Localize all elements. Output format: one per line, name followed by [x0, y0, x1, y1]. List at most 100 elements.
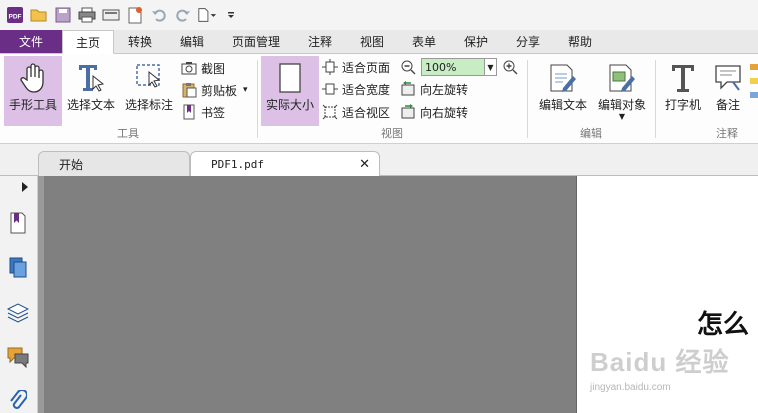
hand-icon [19, 60, 47, 96]
view-group-label: 视图 [381, 127, 403, 140]
ribbon-tab-bar: 文件 主页 转换 编辑 页面管理 注释 视图 表单 保护 分享 帮助 [0, 30, 758, 54]
screenshot-button[interactable]: 截图 [181, 58, 225, 78]
close-tab-icon[interactable]: ✕ [359, 157, 370, 172]
quick-access-toolbar: PDF [0, 0, 758, 30]
typewriter-icon [668, 60, 698, 96]
rotate-left-icon [400, 81, 416, 97]
save-icon[interactable] [53, 5, 73, 25]
fit-visible-button[interactable]: 适合视区 [322, 102, 390, 122]
print-icon[interactable] [77, 5, 97, 25]
fit-visible-label: 适合视区 [342, 105, 391, 120]
clipboard-label: 剪贴板 [201, 83, 238, 98]
new-document-icon[interactable] [125, 5, 145, 25]
tab-share[interactable]: 分享 [502, 30, 554, 53]
tab-edit[interactable]: 编辑 [166, 30, 218, 53]
bookmark-label: 书签 [201, 105, 226, 120]
tab-comment[interactable]: 注释 [294, 30, 346, 53]
tab-file[interactable]: 文件 [0, 30, 62, 53]
edit-object-label: 编辑对象 [597, 98, 646, 112]
select-annotation-icon [134, 60, 164, 96]
tab-protect[interactable]: 保护 [450, 30, 502, 53]
select-text-icon [76, 60, 106, 96]
open-folder-icon[interactable] [29, 5, 49, 25]
rotate-right-button[interactable]: 向右旋转 [400, 102, 468, 122]
more-comment-tools-icon[interactable] [750, 62, 758, 102]
zoom-level-select[interactable]: 100% ▼ [421, 58, 497, 76]
clipboard-chevron-down-icon[interactable]: ▾ [243, 85, 248, 95]
select-annotation-label: 选择标注 [124, 98, 173, 112]
bookmarks-panel-icon[interactable] [5, 210, 31, 236]
zoom-out-button[interactable] [400, 57, 416, 77]
tab-convert[interactable]: 转换 [114, 30, 166, 53]
rotate-right-icon [400, 104, 416, 120]
tab-help[interactable]: 帮助 [554, 30, 606, 53]
fit-page-button[interactable]: 适合页面 [322, 57, 390, 77]
tab-start[interactable]: 开始 [38, 151, 190, 176]
hand-tool-button[interactable]: 手形工具 [4, 56, 62, 126]
fit-visible-icon [322, 104, 338, 120]
tab-form[interactable]: 表单 [398, 30, 450, 53]
redo-icon[interactable] [173, 5, 193, 25]
scan-icon[interactable] [101, 5, 121, 25]
select-text-button[interactable]: 选择文本 [64, 56, 118, 126]
layers-panel-icon[interactable] [5, 300, 31, 326]
edit-text-icon [547, 60, 579, 96]
tools-group: 手形工具 选择文本 选择标注 截图 剪贴板 ▾ 书签 工具 [0, 54, 256, 144]
zoom-out-icon [400, 59, 416, 75]
fit-width-icon [322, 81, 338, 97]
actual-size-icon [277, 60, 303, 96]
zoom-level-value: 100% [425, 60, 457, 74]
rotate-left-label: 向左旋转 [420, 82, 469, 97]
note-icon [713, 60, 743, 96]
edit-object-icon [606, 60, 638, 96]
select-annotation-button[interactable]: 选择标注 [121, 56, 177, 126]
ribbon-panel: 手形工具 选择文本 选择标注 截图 剪贴板 ▾ 书签 工具 实际大小 适合页面 … [0, 54, 758, 144]
actual-size-button[interactable]: 实际大小 [261, 56, 319, 126]
canvas-left-edge [38, 176, 44, 413]
typewriter-label: 打字机 [664, 98, 701, 112]
edit-group: 编辑文本 编辑对象 ▼ 编辑 [528, 54, 654, 144]
bookmark-button[interactable]: 书签 [181, 102, 225, 122]
actual-size-label: 实际大小 [265, 98, 314, 112]
navigation-side-panel [0, 176, 38, 413]
page-text: 怎么 [697, 310, 750, 340]
tools-group-label: 工具 [117, 127, 139, 140]
rotate-left-button[interactable]: 向左旋转 [400, 79, 468, 99]
select-text-label: 选择文本 [66, 98, 115, 112]
note-label: 备注 [715, 98, 740, 112]
comment-group: 打字机 备注 注释 [656, 54, 758, 144]
edit-object-button[interactable]: 编辑对象 ▼ [594, 56, 650, 126]
tab-pdf1-label: PDF1.pdf [211, 157, 264, 171]
document-tab-bar: 开始 PDF1.pdf ✕ [0, 144, 758, 176]
pdf-page[interactable]: 怎么 [576, 176, 758, 413]
edit-object-chevron-down-icon[interactable]: ▼ [619, 113, 625, 121]
edit-group-label: 编辑 [580, 127, 602, 140]
attachments-panel-icon[interactable] [5, 388, 31, 413]
tab-start-label: 开始 [59, 157, 84, 172]
rotate-right-label: 向右旋转 [420, 105, 469, 120]
document-canvas[interactable] [38, 176, 576, 413]
comments-panel-icon[interactable] [5, 344, 31, 370]
fit-page-icon [322, 59, 338, 75]
tab-view[interactable]: 视图 [346, 30, 398, 53]
zoom-in-button[interactable] [502, 57, 518, 77]
pages-panel-icon[interactable] [5, 254, 31, 280]
note-button[interactable]: 备注 [708, 56, 748, 126]
edit-text-button[interactable]: 编辑文本 [536, 56, 590, 126]
typewriter-button[interactable]: 打字机 [660, 56, 706, 126]
zoom-chevron-down-icon[interactable]: ▼ [484, 59, 496, 75]
fit-page-label: 适合页面 [342, 60, 391, 75]
tab-pdf1[interactable]: PDF1.pdf ✕ [190, 151, 380, 176]
clipboard-button[interactable]: 剪贴板 ▾ [181, 80, 248, 100]
customize-toolbar-chevron-down-icon[interactable] [221, 5, 241, 25]
app-logo-icon: PDF [5, 5, 25, 25]
tab-home[interactable]: 主页 [62, 30, 114, 54]
fit-width-label: 适合宽度 [342, 82, 391, 97]
page-options-icon[interactable] [197, 5, 217, 25]
undo-icon[interactable] [149, 5, 169, 25]
expand-panel-icon[interactable] [18, 180, 32, 194]
fit-width-button[interactable]: 适合宽度 [322, 79, 390, 99]
screenshot-label: 截图 [201, 61, 226, 76]
tab-page-management[interactable]: 页面管理 [218, 30, 294, 53]
zoom-in-icon [502, 59, 518, 75]
